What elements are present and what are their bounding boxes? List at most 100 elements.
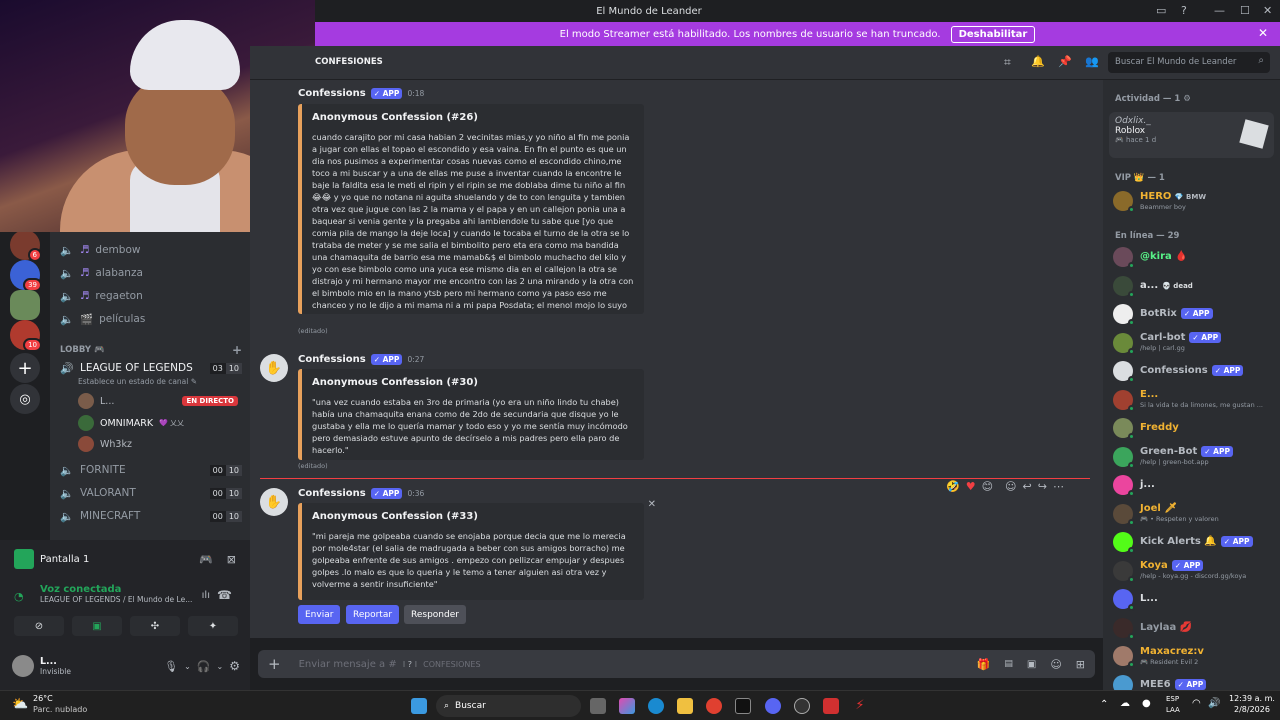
close-embed-icon[interactable]: ✕ (648, 499, 656, 510)
member-item[interactable]: Confessions ✓ APP (1113, 358, 1275, 384)
activity-card[interactable]: Odxlix._ Roblox 🎮 hace 1 d (1109, 112, 1274, 158)
member-item[interactable]: E... Si la vida te da limones, me gustan … (1113, 387, 1275, 413)
close-button[interactable]: ✕ (1263, 4, 1272, 17)
file-explorer-icon[interactable] (677, 698, 693, 714)
reaction-smile-icon[interactable]: 😊 (982, 480, 993, 493)
volume-icon[interactable]: 🔊 (1208, 698, 1220, 709)
voice-user[interactable]: L... EN DIRECTO (78, 391, 238, 411)
search-input[interactable]: Buscar El Mundo de Leander ⌕ (1108, 52, 1270, 73)
chrome-icon[interactable] (706, 698, 722, 714)
sticker-icon[interactable]: ▣ (1027, 659, 1036, 670)
message-composer[interactable]: + Enviar mensaje a # ⁝ ? ⁝ CONFESIONES 🎁… (258, 650, 1095, 678)
chevron-down-icon[interactable]: ⌄ (217, 662, 224, 671)
member-list-icon[interactable]: 👥 (1085, 55, 1099, 68)
app-red-icon[interactable] (823, 698, 839, 714)
message-author[interactable]: Confessions (298, 88, 366, 99)
capcut-icon[interactable] (735, 698, 751, 714)
member-item[interactable]: @kira 🩸 (1113, 244, 1275, 270)
disconnect-icon[interactable]: ☎ (217, 588, 232, 602)
confessions-avatar[interactable]: ✋ (260, 354, 288, 382)
channel-alabanza[interactable]: 🔈 ♬ alabanza (60, 263, 242, 283)
channel-peliculas[interactable]: 🔈 🎬 películas (60, 309, 242, 329)
category-lobby[interactable]: LOBBY 🎮 + (60, 340, 242, 360)
voice-channel-valorant[interactable]: 🔈 VALORANT 00 10 (60, 483, 242, 503)
obs-icon[interactable] (794, 698, 810, 714)
forward-icon[interactable]: ↪ (1038, 480, 1047, 493)
member-item[interactable]: L... (1113, 586, 1275, 612)
member-item[interactable]: a... 💀 dead (1113, 273, 1275, 299)
reply-button[interactable]: Responder (404, 605, 466, 624)
member-item[interactable]: j... (1113, 472, 1275, 498)
minimize-button[interactable]: — (1214, 4, 1225, 17)
member-item[interactable]: HERO 💎 BMW Beammer boy (1113, 188, 1275, 214)
voice-channel-fornite[interactable]: 🔈 FORNITE 00 10 (60, 460, 242, 480)
report-button[interactable]: Reportar (346, 605, 400, 624)
member-item[interactable]: MEE6 ✓ APP (1113, 672, 1275, 690)
member-item[interactable]: Koya ✓ APP/help - koya.gg - discord.gg/ko… (1113, 558, 1275, 584)
message-author[interactable]: Confessions (298, 488, 366, 499)
tray-icon[interactable]: ☁ (1120, 698, 1130, 709)
member-item[interactable]: Maxacrez:v 🎮 Resident Evil 2 (1113, 643, 1275, 669)
member-item[interactable]: Laylaa 💋 (1113, 615, 1275, 641)
task-view-icon[interactable] (590, 698, 606, 714)
user-avatar[interactable] (12, 655, 34, 677)
gamepad-icon[interactable]: 🎮 (199, 553, 213, 566)
chevron-down-icon[interactable]: ⌄ (184, 662, 191, 671)
input-region[interactable]: LAA (1166, 706, 1180, 714)
add-reaction-icon[interactable]: ☺ (1005, 480, 1016, 493)
member-item[interactable]: Freddy (1113, 415, 1275, 441)
help-icon[interactable]: ? (1181, 4, 1187, 17)
emoji-icon[interactable]: ☺ (1050, 658, 1061, 671)
gif-icon[interactable]: ▤ (1004, 659, 1013, 669)
headphones-icon[interactable]: 🎧 (197, 660, 211, 673)
maximize-button[interactable]: ☐ (1240, 4, 1250, 17)
user-name[interactable]: L... (40, 656, 71, 667)
threads-icon[interactable]: ⌗ (1004, 55, 1011, 70)
member-item[interactable]: BotRix ✓ APP (1113, 301, 1275, 327)
gift-icon[interactable]: 🎁 (977, 658, 991, 671)
copilot-icon[interactable] (619, 698, 635, 714)
app-lightning-icon[interactable]: ⚡ (852, 698, 868, 714)
voice-channel-league[interactable]: 🔊 LEAGUE OF LEGENDS 03 10 (60, 358, 242, 378)
discord-icon[interactable] (765, 698, 781, 714)
close-banner-icon[interactable]: ✕ (1258, 26, 1268, 40)
reaction-laugh-icon[interactable]: 🤣 (946, 480, 960, 493)
add-channel-icon[interactable]: + (232, 343, 242, 357)
pin-icon[interactable]: 📌 (1058, 55, 1072, 68)
channel-status[interactable]: Establece un estado de canal ✎ (78, 377, 197, 386)
weather-temp[interactable]: 26°C (33, 694, 53, 703)
voice-user[interactable]: Wh3kz (78, 434, 132, 454)
stop-share-icon[interactable]: ⊠ (227, 553, 236, 566)
member-item[interactable]: Kick Alerts 🔔 ✓ APP (1113, 529, 1275, 555)
channel-dembow[interactable]: 🔈 ♬ dembow (60, 240, 242, 260)
server-icon-3[interactable] (10, 290, 40, 320)
apps-icon[interactable]: ⊞ (1076, 658, 1085, 671)
mic-icon[interactable]: 🎙 (164, 660, 178, 673)
more-options-icon[interactable]: ⋯ (1053, 480, 1064, 493)
soundboard-button[interactable]: ✦ (188, 616, 238, 636)
tray-icon[interactable]: ● (1142, 698, 1151, 709)
screen-share-button[interactable]: ▣ (72, 616, 122, 636)
member-item[interactable]: Carl-bot ✓ APP/help | carl.gg (1113, 330, 1275, 356)
tray-chevron-icon[interactable]: ⌃ (1100, 699, 1108, 710)
add-attachment-icon[interactable]: + (268, 655, 281, 673)
video-off-button[interactable]: ⊘ (14, 616, 64, 636)
send-button[interactable]: Enviar (298, 605, 341, 624)
windows-start-icon[interactable] (411, 698, 427, 714)
edge-icon[interactable] (648, 698, 664, 714)
member-item[interactable]: Joel 🗡 🎮 • Respeten y valoren (1113, 501, 1275, 527)
weather-icon[interactable]: ⛅ (12, 697, 28, 712)
explore-icon[interactable]: ◎ (10, 384, 40, 414)
clock-time[interactable]: 12:39 a. m. (1229, 694, 1275, 703)
wifi-icon[interactable]: ◠ (1192, 698, 1201, 709)
input-lang[interactable]: ESP (1166, 695, 1179, 703)
add-server-icon[interactable]: + (10, 353, 40, 383)
reaction-heart-icon[interactable]: ♥ (966, 480, 976, 493)
noise-icon[interactable]: ılı (202, 590, 210, 601)
clock-date[interactable]: 2/8/2026 (1234, 705, 1270, 714)
taskbar-search[interactable]: ⌕ Buscar (436, 695, 581, 717)
member-item[interactable]: Green-Bot ✓ APP/help | green-bot.app (1113, 444, 1275, 470)
confessions-avatar[interactable]: ✋ (260, 488, 288, 516)
server-icon-4[interactable]: 10 (10, 320, 42, 352)
bell-icon[interactable]: 🔔 (1031, 55, 1045, 68)
